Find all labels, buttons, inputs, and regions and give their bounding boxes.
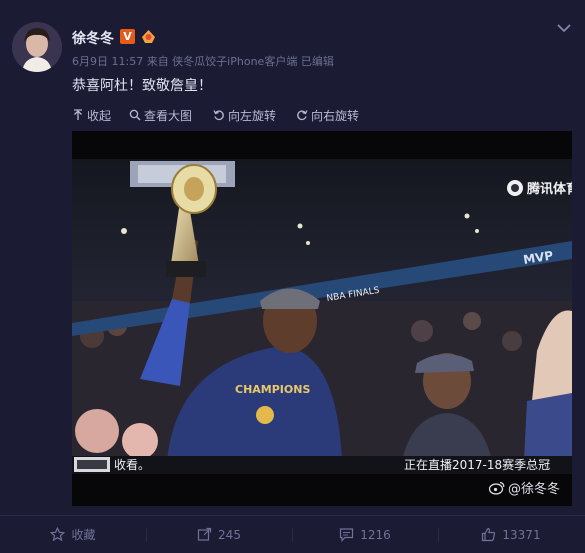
repost-button[interactable]: 245 (146, 516, 292, 553)
rotate-right-button[interactable]: 向右旋转 (296, 107, 359, 123)
rotate-left-label: 向左旋转 (228, 108, 277, 123)
rotate-left-button[interactable]: 向左旋转 (213, 107, 276, 123)
like-button[interactable]: 13371 (438, 516, 584, 553)
comment-button[interactable]: 1216 (292, 516, 438, 553)
shirt-text: CHAMPIONS (235, 383, 310, 396)
rotate-right-label: 向右旋转 (311, 108, 360, 123)
favorite-label: 收藏 (71, 528, 96, 542)
chevron-down-icon[interactable] (556, 20, 572, 36)
view-large-button[interactable]: 查看大图 (129, 107, 192, 123)
thumbs-up-icon (482, 527, 496, 542)
comment-count: 1216 (360, 527, 391, 542)
broadcaster-logo: 腾讯体育 (526, 181, 572, 197)
favorite-button[interactable]: 收藏 (0, 516, 146, 553)
weibo-logo-icon (488, 481, 505, 495)
image-watermark: @徐冬冬 (488, 478, 560, 497)
verified-badge-icon: V (120, 29, 135, 44)
medal-icon (142, 30, 155, 43)
avatar[interactable] (12, 22, 62, 72)
collapse-label: 收起 (87, 108, 112, 123)
repost-icon (197, 527, 212, 541)
post-meta: 6月9日 11:57 来自 侠冬瓜饺子iPhone客户端 已编辑 (72, 55, 334, 68)
caption-left: 收看。 (114, 458, 150, 472)
rotate-left-icon (213, 110, 224, 121)
author-name[interactable]: 徐冬冬 (72, 28, 114, 48)
star-icon (50, 527, 66, 542)
watermark-text: @徐冬冬 (507, 482, 560, 497)
post-text: 恭喜阿杜！致敬詹皇！ (72, 78, 212, 94)
weibo-post-card: 徐冬冬 V 6月9日 11:57 来自 侠冬瓜饺子iPhone客户端 已编辑 恭… (0, 0, 585, 553)
championship-photo: NBA FINALS MVP CHAMPIONS 腾讯体 收看。 正在直播201… (72, 131, 572, 506)
post-image[interactable]: NBA FINALS MVP CHAMPIONS 腾讯体 收看。 正在直播201… (72, 131, 572, 506)
avatar-image (12, 22, 62, 72)
rotate-right-icon (297, 110, 308, 121)
caption-right: 正在直播2017-18赛季总冠 (404, 457, 550, 472)
collapse-button[interactable]: 收起 (72, 107, 111, 123)
action-bar: 收藏 245 1216 13371 (0, 516, 585, 553)
arrow-up-icon (74, 109, 82, 120)
view-large-label: 查看大图 (144, 108, 193, 123)
repost-count: 245 (218, 527, 241, 542)
comment-icon (340, 528, 354, 542)
search-icon (129, 109, 141, 121)
like-count: 13371 (502, 527, 541, 542)
post-header: 徐冬冬 V 6月9日 11:57 来自 侠冬瓜饺子iPhone客户端 已编辑 (12, 20, 572, 76)
